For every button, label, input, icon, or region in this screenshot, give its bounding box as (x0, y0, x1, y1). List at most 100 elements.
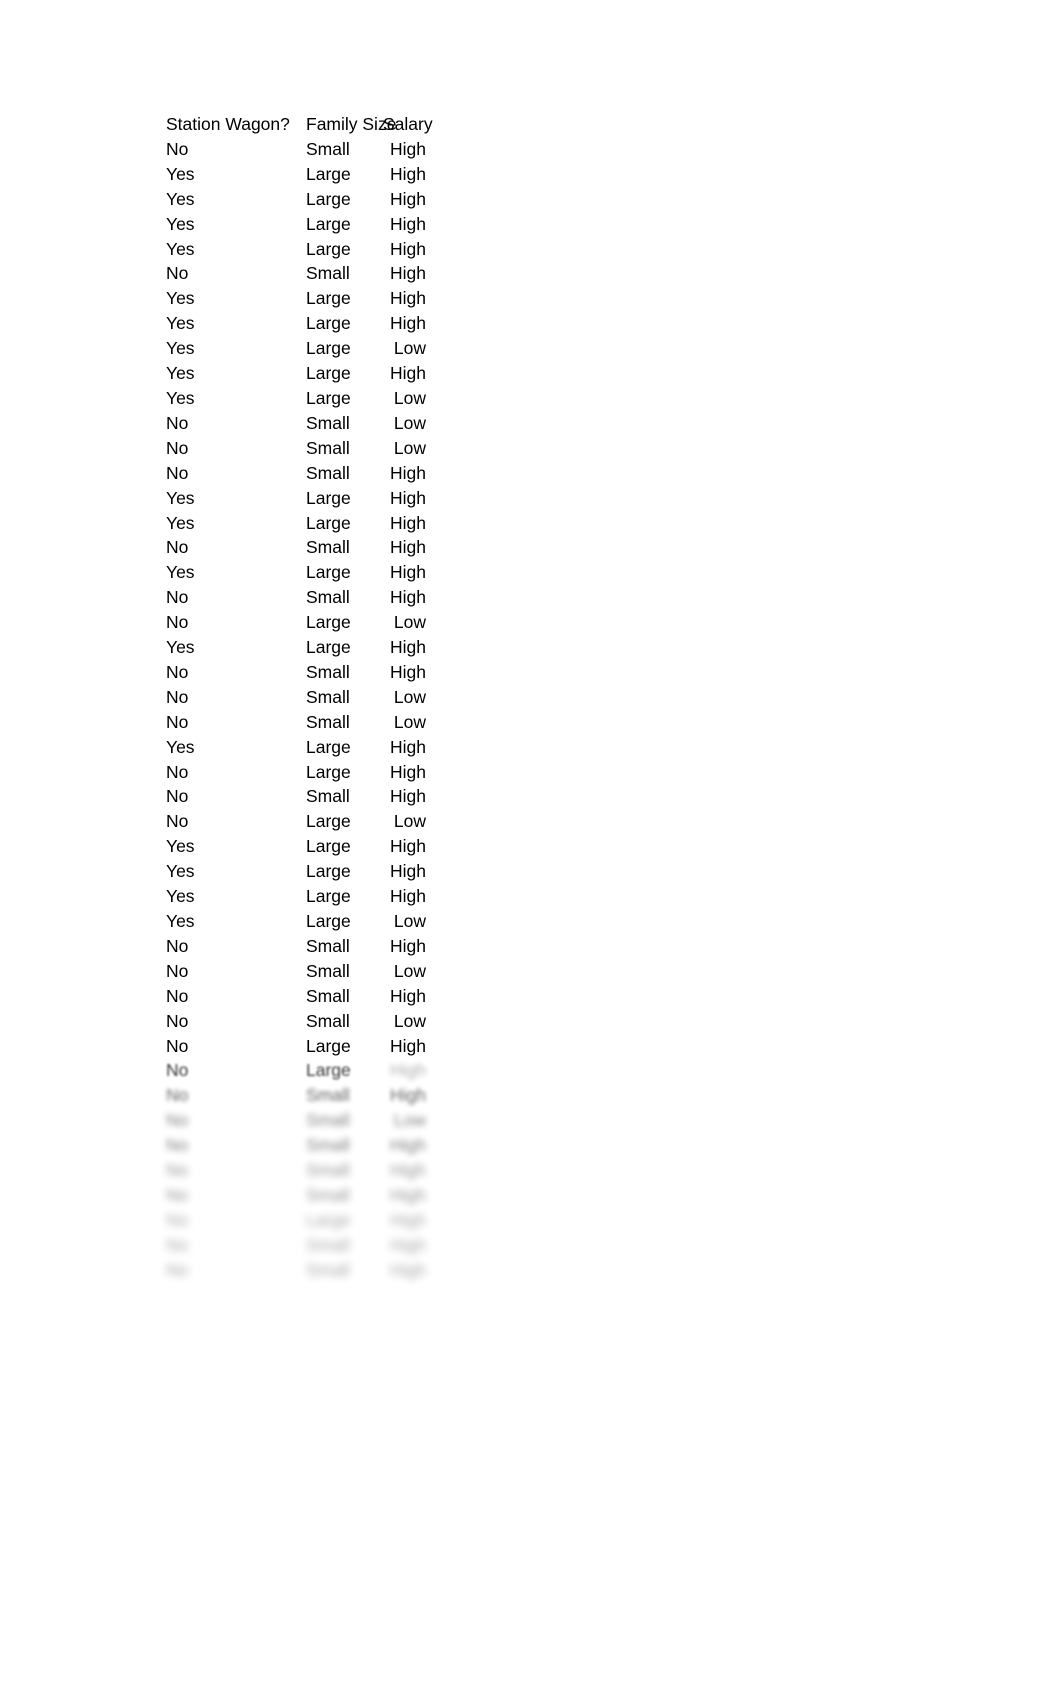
cell-salary: High (390, 512, 426, 533)
cell-station_wagon: No (166, 761, 189, 782)
cell-family_size: Large (306, 512, 351, 533)
cell-family_size: Small (306, 786, 350, 807)
table-row: Yes Large Low (166, 336, 430, 361)
cell-station_wagon: Yes (166, 911, 195, 931)
cell-station_wagon: No (166, 1035, 189, 1056)
cell-station_wagon: No (166, 985, 189, 1006)
column-header-family-size: Family Size (306, 114, 397, 134)
cell-family_size: Large (306, 163, 351, 184)
table-row: Yes Large High (166, 162, 430, 187)
cell-salary: High (390, 288, 426, 309)
cell-family_size: Small (306, 960, 350, 981)
cell-salary: High (390, 363, 426, 384)
cell-salary: High (390, 1259, 426, 1280)
cell-station_wagon: No (166, 1060, 189, 1081)
table-header: Station Wagon? Family Size Salary (166, 112, 433, 137)
cell-salary: High (390, 886, 426, 907)
cell-station_wagon: No (166, 1259, 189, 1280)
cell-family_size: Large (306, 886, 351, 907)
cell-salary: High (390, 861, 426, 882)
cell-salary: Low (393, 1110, 426, 1131)
table-row: Yes Large High (166, 486, 430, 511)
cell-station_wagon: Yes (166, 288, 195, 309)
table-row: No Small High (166, 1083, 430, 1108)
cell-family_size: Large (306, 288, 351, 309)
cell-salary: High (390, 537, 426, 558)
cell-family_size: Small (306, 263, 350, 284)
cell-station_wagon: No (166, 786, 189, 807)
cell-station_wagon: No (166, 537, 189, 558)
table-row: No Small Low (166, 1009, 430, 1034)
table-row: No Small High (166, 934, 430, 959)
cell-salary: High (390, 587, 426, 608)
cell-station_wagon: Yes (166, 338, 195, 359)
table-row: No Small Low (166, 1108, 430, 1133)
cell-salary: High (390, 736, 426, 757)
table-row: No Small High (166, 1233, 430, 1258)
cell-family_size: Small (306, 1010, 350, 1031)
cell-salary: High (390, 935, 426, 956)
table-row: No Small High (166, 984, 430, 1009)
cell-salary: High (390, 1160, 426, 1181)
cell-station_wagon: No (166, 960, 189, 981)
cell-family_size: Small (306, 935, 350, 956)
cell-family_size: Large (306, 562, 351, 583)
table-row: No Small High (166, 261, 430, 286)
cell-family_size: Large (306, 736, 351, 757)
cell-family_size: Large (306, 911, 351, 931)
column-header-station-wagon: Station Wagon? (166, 114, 290, 134)
table-row: No Small High (166, 1258, 430, 1283)
cell-salary: High (390, 761, 426, 782)
table-row: No Small High (166, 1158, 430, 1183)
table-row: No Large High (166, 760, 430, 785)
cell-salary: Low (393, 811, 426, 832)
table-row: No Large High (166, 1034, 430, 1059)
table-row: No Small Low (166, 685, 430, 710)
cell-salary: Low (393, 1010, 426, 1031)
cell-station_wagon: Yes (166, 487, 195, 508)
cell-salary: High (390, 1184, 426, 1205)
cell-salary: High (390, 163, 426, 184)
cell-station_wagon: No (166, 661, 189, 682)
cell-station_wagon: Yes (166, 213, 195, 234)
table-row: No Small High (166, 660, 430, 685)
table-row: Yes Large Low (166, 386, 430, 411)
cell-family_size: Large (306, 761, 351, 782)
cell-salary: High (390, 1234, 426, 1255)
cell-family_size: Small (306, 462, 350, 483)
cell-salary: High (390, 487, 426, 508)
cell-station_wagon: Yes (166, 387, 195, 408)
cell-family_size: Large (306, 188, 351, 209)
cell-family_size: Large (306, 1060, 351, 1081)
cell-station_wagon: Yes (166, 562, 195, 583)
table-row: Yes Large High (166, 635, 430, 660)
cell-family_size: Small (306, 437, 350, 458)
cell-station_wagon: Yes (166, 363, 195, 384)
cell-station_wagon: Yes (166, 188, 195, 209)
table-row: Yes Large High (166, 187, 430, 212)
table-row: No Small High (166, 461, 430, 486)
cell-station_wagon: Yes (166, 836, 195, 857)
cell-family_size: Large (306, 338, 351, 359)
cell-station_wagon: No (166, 462, 189, 483)
cell-family_size: Small (306, 1135, 350, 1156)
table-row: Yes Large High (166, 560, 430, 585)
cell-family_size: Small (306, 1160, 350, 1181)
table-row: No Large High (166, 1058, 430, 1083)
table-row: Yes Large High (166, 361, 430, 386)
cell-family_size: Small (306, 587, 350, 608)
cell-station_wagon: No (166, 1209, 189, 1230)
cell-family_size: Small (306, 686, 350, 707)
cell-station_wagon: No (166, 686, 189, 707)
table-row: Yes Large High (166, 735, 430, 760)
cell-station_wagon: Yes (166, 637, 195, 658)
table-row: No Small High (166, 535, 430, 560)
data-table-container: Station Wagon? Family Size Salary No Smal… (166, 112, 436, 1283)
cell-station_wagon: No (166, 612, 189, 633)
cell-salary: Low (393, 338, 426, 359)
cell-station_wagon: Yes (166, 238, 195, 259)
cell-station_wagon: No (166, 1184, 189, 1205)
cell-family_size: Large (306, 1035, 351, 1056)
cell-salary: High (390, 661, 426, 682)
table-row: Yes Large High (166, 311, 430, 336)
